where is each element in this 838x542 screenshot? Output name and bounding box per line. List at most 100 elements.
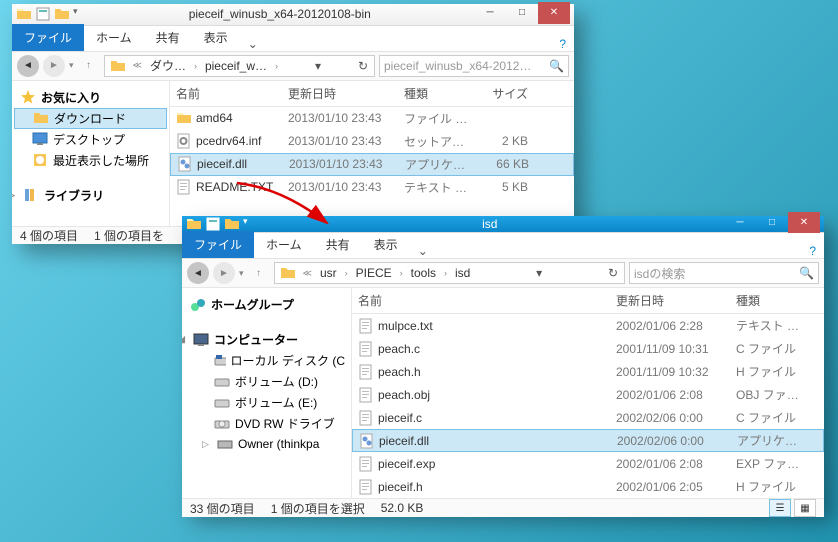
nav-computer[interactable]: ◢コンピューター	[184, 329, 349, 350]
file-row[interactable]: pieceif.dll2002/02/06 0:00アプリケーション	[352, 429, 824, 452]
status-bar: 33 個の項目 1 個の項目を選択 52.0 KB ☰ ▦	[182, 498, 824, 517]
nav-libraries[interactable]: ▷ライブラリ	[14, 185, 167, 206]
col-date[interactable]: 更新日時	[282, 81, 398, 106]
crumb[interactable]: usr	[316, 266, 341, 280]
search-placeholder: pieceif_winusb_x64-2012…	[384, 59, 531, 73]
file-row[interactable]: amd642013/01/10 23:43ファイル フォ…	[170, 107, 574, 130]
crumb[interactable]: tools	[407, 266, 440, 280]
nav-local-disk-c[interactable]: ローカル ディスク (C	[184, 350, 349, 371]
help-icon[interactable]: ?	[551, 37, 574, 51]
dropdown-icon[interactable]: ▾	[311, 59, 325, 73]
col-type[interactable]: 種類	[730, 288, 810, 313]
forward-button[interactable]: ►	[213, 262, 235, 284]
nav-recent[interactable]: 最近表示した場所	[14, 150, 167, 171]
tab-share[interactable]: 共有	[144, 24, 192, 51]
nav-desktop[interactable]: デスクトップ	[14, 129, 167, 150]
back-button[interactable]: ◄	[187, 262, 209, 284]
details-view-button[interactable]: ☰	[769, 499, 791, 517]
file-row[interactable]: pieceif.exp2002/01/06 2:08EXP ファイル	[352, 452, 824, 475]
file-row[interactable]: pcedrv64.inf2013/01/10 23:43セットアップ…2 KB	[170, 130, 574, 153]
folder-icon	[280, 265, 296, 281]
breadcrumb-bar[interactable]: ≪ usr› PIECE› tools› isd ▾ ↻	[274, 262, 625, 284]
item-count: 4 個の項目	[20, 227, 78, 244]
ribbon-expand[interactable]: ⌄	[410, 244, 436, 258]
qat-dropdown[interactable]: ▾	[73, 6, 78, 22]
history-dropdown[interactable]: ▾	[239, 268, 244, 279]
breadcrumb-bar[interactable]: ≪ ダウ… › pieceif_w… › ▾ ↻	[104, 55, 375, 77]
icons-view-button[interactable]: ▦	[794, 499, 816, 517]
file-row[interactable]: pieceif.h2002/01/06 2:05H ファイル	[352, 475, 824, 498]
column-headers[interactable]: 名前 更新日時 種類	[352, 288, 824, 314]
library-icon	[23, 187, 39, 203]
maximize-button[interactable]: □	[756, 212, 788, 234]
nav-downloads[interactable]: ダウンロード	[14, 108, 167, 129]
computer-icon	[193, 332, 209, 348]
crumb[interactable]: pieceif_w…	[201, 59, 271, 73]
folder-icon	[16, 6, 32, 22]
expand-icon[interactable]: ◢	[182, 334, 188, 345]
toolbar-icon[interactable]	[54, 6, 70, 22]
crumb[interactable]: isd	[451, 266, 474, 280]
nav-volume-e[interactable]: ボリューム (E:)	[184, 392, 349, 413]
nav-dvd-drive[interactable]: DVD RW ドライブ	[184, 413, 349, 434]
tab-file[interactable]: ファイル	[12, 24, 84, 51]
nav-volume-d[interactable]: ボリューム (D:)	[184, 371, 349, 392]
nav-favorites[interactable]: お気に入り	[14, 87, 167, 108]
up-button[interactable]: ↑	[78, 55, 100, 77]
file-row[interactable]: pieceif.c2002/02/06 0:00C ファイル	[352, 406, 824, 429]
minimize-button[interactable]: ─	[724, 212, 756, 234]
ribbon-expand[interactable]: ⌄	[240, 37, 266, 51]
refresh-icon[interactable]: ↻	[354, 59, 372, 73]
crumb[interactable]: ダウ…	[146, 57, 190, 74]
file-row[interactable]: peach.h2001/11/09 10:32H ファイル	[352, 360, 824, 383]
tab-view[interactable]: 表示	[192, 24, 240, 51]
expand-icon[interactable]: ▷	[12, 190, 18, 201]
col-date[interactable]: 更新日時	[610, 288, 730, 313]
close-button[interactable]: ✕	[538, 2, 570, 24]
file-icon	[358, 318, 374, 334]
col-type[interactable]: 種類	[398, 81, 474, 106]
tab-home[interactable]: ホーム	[254, 231, 314, 258]
tab-file[interactable]: ファイル	[182, 231, 254, 258]
dropdown-icon[interactable]: ▾	[532, 266, 546, 280]
file-icon	[177, 156, 193, 172]
close-button[interactable]: ✕	[788, 212, 820, 234]
file-row[interactable]: mulpce.txt2002/01/06 2:28テキスト ドキュ	[352, 314, 824, 337]
address-bar: ◄ ► ▾ ↑ ≪ ダウ… › pieceif_w… › ▾ ↻ pieceif…	[12, 52, 574, 81]
help-icon[interactable]: ?	[801, 244, 824, 258]
minimize-button[interactable]: ─	[474, 2, 506, 24]
desktop-icon	[32, 131, 48, 147]
folder-icon	[33, 110, 49, 126]
column-headers[interactable]: 名前 更新日時 種類 サイズ	[170, 81, 574, 107]
file-row[interactable]: peach.c2001/11/09 10:31C ファイル	[352, 337, 824, 360]
titlebar[interactable]: ▾ pieceif_winusb_x64-20120108-bin ─ □ ✕	[12, 4, 574, 26]
crumb[interactable]: PIECE	[352, 266, 396, 280]
maximize-button[interactable]: □	[506, 2, 538, 24]
col-name[interactable]: 名前	[352, 288, 610, 313]
refresh-icon[interactable]: ↻	[604, 266, 622, 280]
qat-dropdown[interactable]: ▾	[243, 216, 248, 232]
toolbar-icon[interactable]	[205, 216, 221, 232]
up-button[interactable]: ↑	[248, 262, 270, 284]
nav-homegroup[interactable]: ホームグループ	[184, 294, 349, 315]
history-dropdown[interactable]: ▾	[69, 60, 74, 71]
search-input[interactable]: pieceif_winusb_x64-2012… 🔍	[379, 55, 569, 77]
file-row[interactable]: pieceif.dll2013/01/10 23:43アプリケーシ…66 KB	[170, 153, 574, 176]
file-icon	[176, 110, 192, 126]
expand-icon[interactable]: ▷	[202, 439, 212, 450]
col-size[interactable]: サイズ	[474, 81, 534, 106]
file-icon	[358, 341, 374, 357]
tab-home[interactable]: ホーム	[84, 24, 144, 51]
nav-pane: ホームグループ ◢コンピューター ローカル ディスク (C ボリューム (D:)…	[182, 288, 352, 498]
back-button[interactable]: ◄	[17, 55, 39, 77]
forward-button[interactable]: ►	[43, 55, 65, 77]
file-row[interactable]: peach.obj2002/01/06 2:08OBJ ファイル	[352, 383, 824, 406]
file-row[interactable]: README.TXT2013/01/10 23:43テキスト ド…5 KB	[170, 176, 574, 199]
tab-share[interactable]: 共有	[314, 231, 362, 258]
search-input[interactable]: isdの検索 🔍	[629, 262, 819, 284]
tab-view[interactable]: 表示	[362, 231, 410, 258]
col-name[interactable]: 名前	[170, 81, 282, 106]
toolbar-icon[interactable]	[35, 6, 51, 22]
toolbar-icon[interactable]	[224, 216, 240, 232]
nav-network-owner[interactable]: ▷Owner (thinkpa	[184, 434, 349, 454]
